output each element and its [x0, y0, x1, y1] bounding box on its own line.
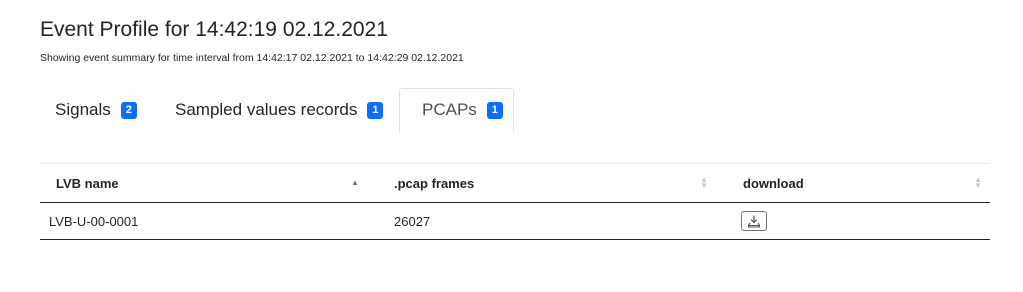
tab-sampled-values-badge: 1	[367, 101, 384, 119]
sort-both-icon: ▲ ▼	[974, 175, 982, 190]
cell-download	[716, 202, 990, 240]
table-row: LVB-U-00-0001 26027	[40, 202, 990, 240]
tab-pcaps-badge: 1	[486, 101, 503, 119]
table-header-row: LVB name ▲ .pcap frames ▲ ▼ download ▲ ▼	[40, 163, 990, 203]
tab-signals[interactable]: Signals 2	[55, 88, 137, 132]
column-header-pcap-frames[interactable]: .pcap frames ▲ ▼	[367, 163, 716, 203]
pcap-table: LVB name ▲ .pcap frames ▲ ▼ download ▲ ▼ L…	[40, 163, 990, 240]
tab-sampled-values-records[interactable]: Sampled values records 1	[175, 88, 384, 132]
download-button[interactable]	[741, 211, 767, 231]
sort-ascending-icon: ▲	[351, 178, 359, 187]
column-header-download[interactable]: download ▲ ▼	[716, 163, 990, 203]
tab-bar: Signals 2 Sampled values records 1 PCAPs…	[40, 88, 990, 132]
tab-pcaps[interactable]: PCAPs 1	[399, 88, 514, 132]
tab-sampled-values-label: Sampled values records	[175, 100, 358, 119]
download-icon	[747, 214, 761, 228]
cell-pcap-frames: 26027	[367, 202, 716, 240]
page-title: Event Profile for 14:42:19 02.12.2021	[40, 18, 388, 41]
column-header-lvb-name[interactable]: LVB name ▲	[40, 163, 367, 203]
column-header-download-label: download	[743, 175, 804, 191]
column-header-lvb-name-label: LVB name	[56, 175, 119, 191]
cell-lvb-name: LVB-U-00-0001	[40, 202, 367, 240]
sort-both-icon: ▲ ▼	[700, 175, 708, 190]
tab-pcaps-label: PCAPs	[422, 100, 477, 119]
page-subtitle: Showing event summary for time interval …	[40, 52, 464, 64]
tab-signals-badge: 2	[120, 101, 137, 119]
column-header-pcap-frames-label: .pcap frames	[394, 175, 475, 191]
tab-signals-label: Signals	[55, 100, 111, 119]
